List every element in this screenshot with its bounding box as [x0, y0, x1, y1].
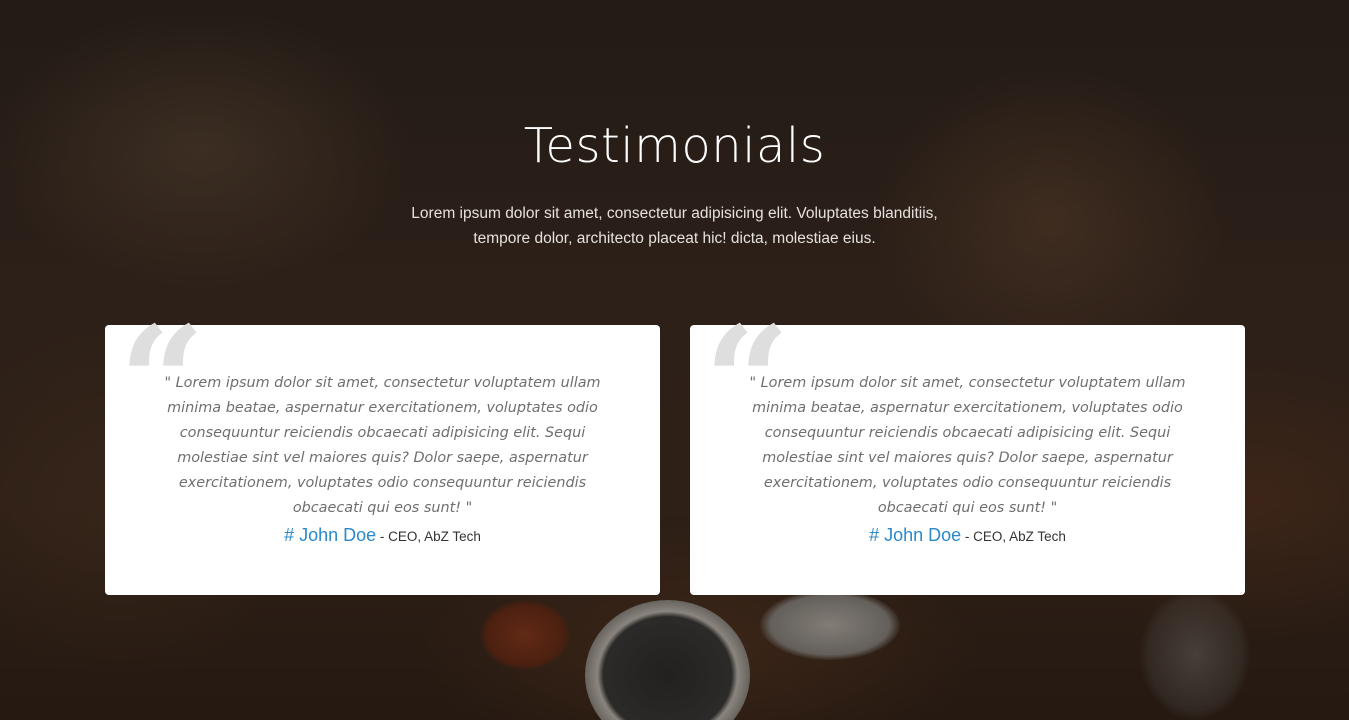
subtitle-line-2: tempore dolor, architecto placeat hic! d…	[473, 230, 876, 247]
testimonial-author: # John Doe - CEO, AbZ Tech	[690, 525, 1245, 546]
testimonial-card: “ " Lorem ipsum dolor sit amet, consecte…	[690, 307, 1245, 595]
testimonial-quote: " Lorem ipsum dolor sit amet, consectetu…	[749, 375, 1186, 516]
section-title: Testimonials	[523, 118, 826, 174]
testimonials-section: Testimonials Lorem ipsum dolor sit amet,…	[0, 0, 1349, 720]
author-name: # John Doe	[284, 525, 377, 545]
subtitle-line-1: Lorem ipsum dolor sit amet, consectetur …	[411, 205, 938, 222]
testimonial-card: “ " Lorem ipsum dolor sit amet, consecte…	[105, 307, 660, 595]
author-name: # John Doe	[869, 525, 962, 545]
author-role: - CEO, AbZ Tech	[376, 529, 481, 544]
author-role: - CEO, AbZ Tech	[961, 529, 1066, 544]
testimonial-quote: " Lorem ipsum dolor sit amet, consectetu…	[164, 375, 601, 516]
section-subtitle: Lorem ipsum dolor sit amet, consectetur …	[400, 201, 949, 251]
testimonial-author: # John Doe - CEO, AbZ Tech	[105, 525, 660, 546]
